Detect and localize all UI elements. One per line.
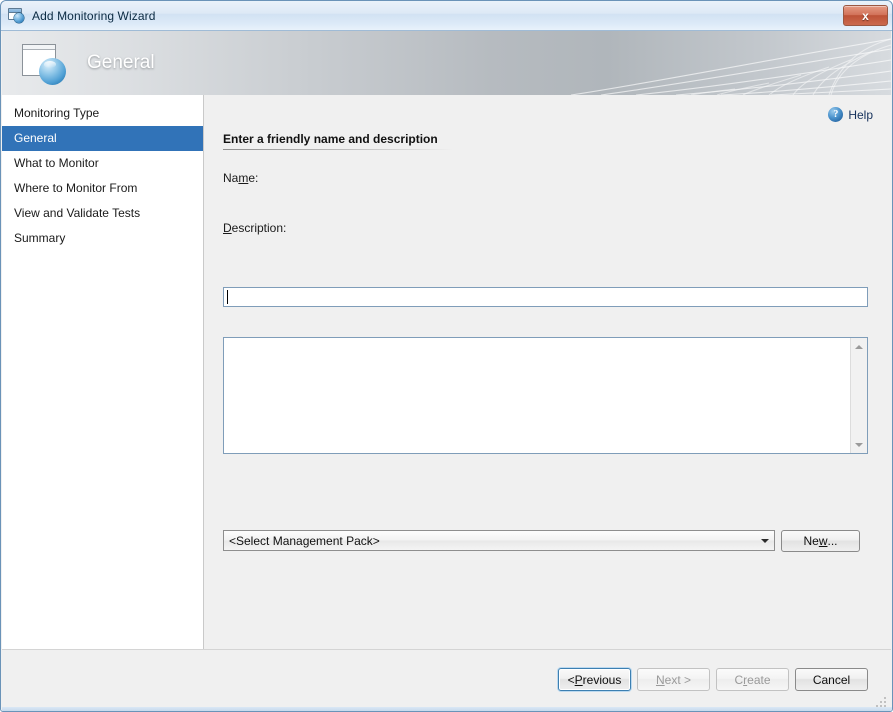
wizard-footer: < Previous Next > Cr eate Cancel <box>2 649 892 711</box>
add-monitoring-wizard-window: Add Monitoring Wizard x General Monitori… <box>0 0 893 712</box>
name-label-post: e: <box>248 171 259 185</box>
previous-post: revious <box>582 672 622 687</box>
cancel-label: Cancel <box>812 672 851 687</box>
banner-content: General <box>2 31 155 95</box>
name-section-heading: Enter a friendly name and description <box>223 132 453 150</box>
previous-button[interactable]: < Previous <box>558 668 631 691</box>
blue-sphere-shape <box>14 13 24 23</box>
name-label-pre: Na <box>223 171 239 185</box>
name-field-label: Name: <box>223 171 258 185</box>
description-label-post: escription: <box>231 221 287 235</box>
blue-sphere-shape <box>39 58 66 85</box>
window-orb-icon <box>8 8 25 23</box>
chevron-down-icon[interactable] <box>756 532 773 549</box>
sidebar-item-monitoring-type[interactable]: Monitoring Type <box>2 101 203 126</box>
management-pack-dropdown[interactable]: <Select Management Pack> <box>223 530 775 551</box>
description-textarea[interactable] <box>223 337 868 454</box>
help-link[interactable]: ? Help <box>828 107 873 122</box>
footer-button-group: < Previous Next > Cr eate Cancel <box>558 668 868 691</box>
next-accel: N <box>655 672 665 687</box>
body-area: Monitoring Type General What to Monitor … <box>2 95 891 649</box>
wizard-orb-icon <box>22 41 68 85</box>
new-button-pre: Ne <box>803 534 819 548</box>
sidebar-item-view-and-validate-tests[interactable]: View and Validate Tests <box>2 201 203 226</box>
previous-accel: P <box>574 672 583 687</box>
next-button[interactable]: Next > <box>637 668 710 691</box>
description-label-accel: D <box>223 221 232 235</box>
close-icon: x <box>862 8 869 23</box>
help-label: Help <box>848 107 873 122</box>
sidebar-item-what-to-monitor[interactable]: What to Monitor <box>2 151 203 176</box>
wizard-banner: General <box>2 31 891 95</box>
question-mark-icon: ? <box>828 107 844 122</box>
title-bar: Add Monitoring Wizard x <box>1 1 892 31</box>
cancel-button[interactable]: Cancel <box>795 668 868 691</box>
title-bar-inner: Add Monitoring Wizard <box>8 1 892 30</box>
previous-pre: < <box>567 672 575 687</box>
description-scrollbar[interactable] <box>850 338 867 453</box>
create-post: eate <box>747 672 771 687</box>
new-button-post: ... <box>827 534 838 548</box>
scroll-down-icon[interactable] <box>851 436 867 453</box>
name-label-accel: m <box>238 171 249 185</box>
scroll-up-icon[interactable] <box>851 338 867 355</box>
management-pack-selected-value: <Select Management Pack> <box>229 533 380 548</box>
next-post: ext > <box>664 672 692 687</box>
sidebar-item-where-to-monitor-from[interactable]: Where to Monitor From <box>2 176 203 201</box>
new-management-pack-button[interactable]: Ne w... <box>781 530 860 552</box>
name-input[interactable] <box>223 287 868 307</box>
description-field-label: Description: <box>223 221 286 235</box>
text-caret <box>227 290 228 304</box>
sidebar-item-general[interactable]: General <box>2 126 203 151</box>
window-bottom-edge <box>2 707 892 711</box>
create-button[interactable]: Cr eate <box>716 668 789 691</box>
create-pre: C <box>734 672 744 687</box>
banner-mesh-decoration <box>570 38 891 95</box>
sidebar-item-summary[interactable]: Summary <box>2 226 203 251</box>
window-title: Add Monitoring Wizard <box>32 8 156 23</box>
banner-title: General <box>87 52 155 73</box>
question-mark-glyph: ? <box>833 108 839 120</box>
wizard-step-sidebar: Monitoring Type General What to Monitor … <box>2 95 204 649</box>
close-button[interactable]: x <box>843 5 888 26</box>
new-button-accel: w <box>818 534 828 548</box>
